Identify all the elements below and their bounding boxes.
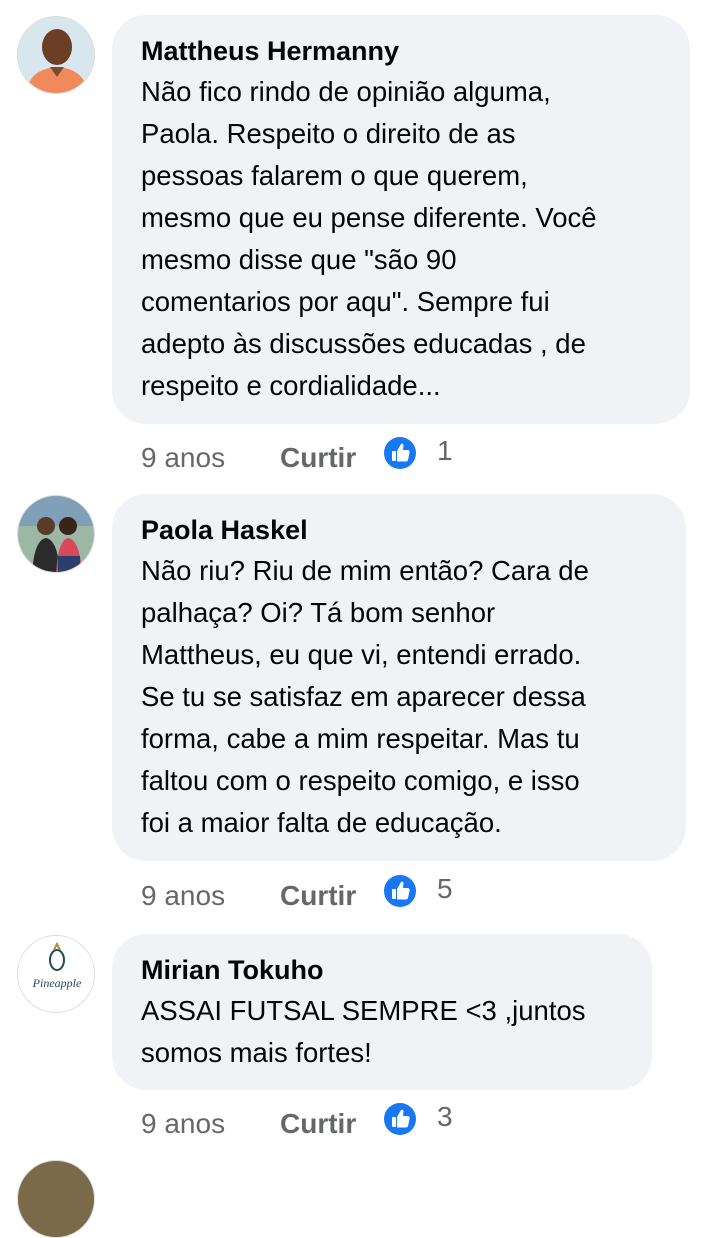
avatar-photo bbox=[18, 496, 94, 572]
comment-author[interactable]: Mattheus Hermanny bbox=[141, 35, 666, 67]
avatar[interactable]: Pineapple bbox=[17, 935, 95, 1013]
avatar-photo bbox=[18, 17, 94, 93]
avatar[interactable] bbox=[17, 16, 95, 94]
comment-timestamp[interactable]: 9 anos bbox=[141, 880, 280, 912]
comment-text: Não fico rindo de opinião alguma, Paola.… bbox=[141, 76, 597, 401]
comment-author[interactable]: Mirian Tokuho bbox=[141, 954, 628, 986]
comment-actions: 9 anos Curtir 3 bbox=[141, 1101, 453, 1146]
comment-bubble: Mattheus Hermanny Não fico rindo de opin… bbox=[112, 15, 690, 424]
avatar[interactable] bbox=[17, 495, 95, 573]
avatar[interactable] bbox=[17, 1160, 95, 1238]
pineapple-logo bbox=[18, 936, 94, 1012]
reaction-count[interactable]: 3 bbox=[437, 1101, 453, 1133]
like-button[interactable]: Curtir bbox=[280, 1108, 384, 1140]
comment-text: ASSAI FUTSAL SEMPRE <3 ,juntos somos mai… bbox=[141, 995, 586, 1068]
like-button[interactable]: Curtir bbox=[280, 880, 384, 912]
comment-actions: 9 anos Curtir 5 bbox=[141, 873, 453, 918]
comment-text: Não riu? Riu de mim então? Cara de palha… bbox=[141, 555, 589, 838]
comment-timestamp[interactable]: 9 anos bbox=[141, 442, 280, 474]
reaction-count[interactable]: 1 bbox=[437, 435, 453, 467]
reaction-count[interactable]: 5 bbox=[437, 873, 453, 905]
avatar-logo-text: Pineapple bbox=[32, 976, 82, 990]
comment-bubble: Paola Haskel Não riu? Riu de mim então? … bbox=[112, 494, 686, 861]
thumbs-up-icon[interactable] bbox=[384, 1103, 416, 1135]
like-button[interactable]: Curtir bbox=[280, 442, 384, 474]
comment-bubble: Mirian Tokuho ASSAI FUTSAL SEMPRE <3 ,ju… bbox=[112, 934, 652, 1090]
comment-timestamp[interactable]: 9 anos bbox=[141, 1108, 280, 1140]
comment-actions: 9 anos Curtir 1 bbox=[141, 435, 453, 480]
comment-author[interactable]: Paola Haskel bbox=[141, 514, 662, 546]
thumbs-up-icon[interactable] bbox=[384, 437, 416, 469]
thumbs-up-icon[interactable] bbox=[384, 875, 416, 907]
